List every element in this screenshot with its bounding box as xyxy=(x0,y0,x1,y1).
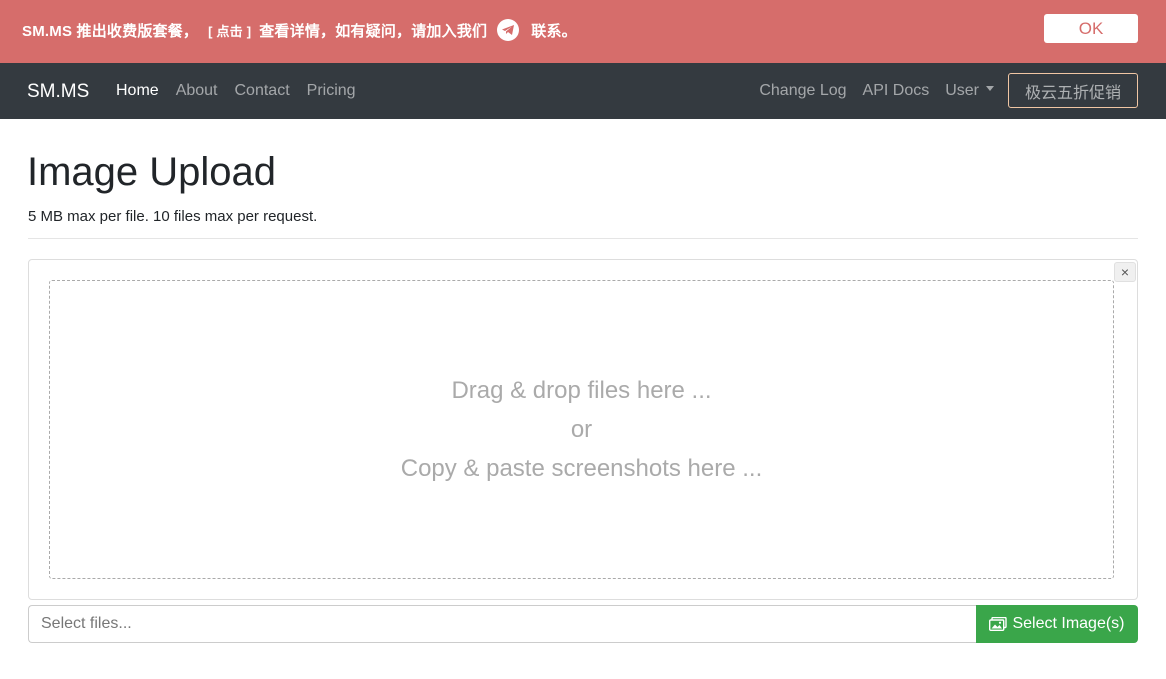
select-images-button[interactable]: Select Image(s) xyxy=(976,605,1138,643)
user-dropdown[interactable]: User xyxy=(945,82,994,100)
drop-zone-text-paste: Copy & paste screenshots here ... xyxy=(400,455,763,482)
images-icon xyxy=(989,617,1008,631)
nav-item-api-docs[interactable]: API Docs xyxy=(863,82,930,100)
chevron-down-icon xyxy=(986,86,994,92)
promo-button[interactable]: 极云五折促销 xyxy=(1008,73,1138,108)
drop-zone-text-or: or xyxy=(570,416,593,443)
page-subtitle: 5 MB max per file. 10 files max per requ… xyxy=(28,208,318,225)
nav-left: Home About Contact Pricing xyxy=(116,82,373,100)
select-images-label: Select Image(s) xyxy=(1012,615,1125,632)
announcement-text-end: 联系。 xyxy=(531,22,577,40)
navbar: SM.MS Home About Contact Pricing Change … xyxy=(0,63,1166,119)
announcement-text-after: 查看详情，如有疑问，请加入我们 xyxy=(259,22,488,40)
announcement-text-before: SM.MS 推出收费版套餐， xyxy=(22,22,199,40)
announcement-click-link[interactable]: [ 点击 ] xyxy=(208,21,251,40)
brand-logo[interactable]: SM.MS xyxy=(27,81,89,103)
nav-item-about[interactable]: About xyxy=(176,82,218,100)
user-dropdown-label: User xyxy=(945,82,979,99)
nav-item-change-log[interactable]: Change Log xyxy=(759,82,846,100)
nav-item-home[interactable]: Home xyxy=(116,82,159,100)
drop-zone-text-drag: Drag & drop files here ... xyxy=(451,377,712,404)
close-icon[interactable]: × xyxy=(1114,262,1136,282)
telegram-icon[interactable] xyxy=(497,19,520,41)
divider xyxy=(28,238,1138,239)
announcement-text: SM.MS 推出收费版套餐， [ 点击 ] 查看详情，如有疑问，请加入我们 联系… xyxy=(22,19,577,41)
announcement-bar: SM.MS 推出收费版套餐， [ 点击 ] 查看详情，如有疑问，请加入我们 联系… xyxy=(0,0,1166,63)
nav-item-contact[interactable]: Contact xyxy=(235,82,290,100)
file-select-input[interactable] xyxy=(28,605,977,643)
ok-button[interactable]: OK xyxy=(1044,14,1138,43)
page-title: Image Upload xyxy=(27,150,277,194)
nav-right: Change Log API Docs User xyxy=(743,82,994,100)
nav-item-pricing[interactable]: Pricing xyxy=(307,82,356,100)
